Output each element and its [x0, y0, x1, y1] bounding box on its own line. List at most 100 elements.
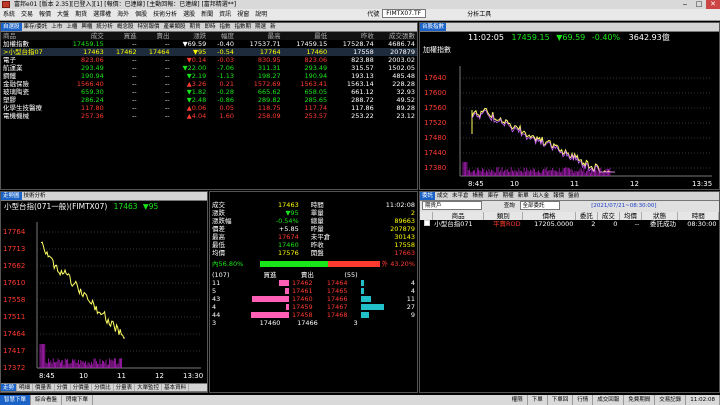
tab-quote-3[interactable]: 上櫃 — [64, 23, 79, 31]
order-col-header[interactable]: 均價 — [619, 212, 642, 220]
quote-col-header[interactable]: 買進 — [105, 32, 139, 40]
quote-col-header[interactable]: 漲跌 — [171, 32, 209, 40]
close-button[interactable]: ✕ — [706, 0, 720, 9]
query-button[interactable]: 查詢 — [504, 203, 515, 209]
ask-price[interactable]: 17464 — [325, 279, 360, 287]
symbol-input[interactable]: FIMTX07.TF — [382, 9, 427, 18]
bid-price[interactable]: 17458 — [290, 311, 325, 319]
tab-order-7[interactable]: 出入金 — [531, 192, 552, 200]
quote-col-header[interactable]: 昨收 — [329, 32, 376, 40]
order-col-header[interactable] — [420, 212, 433, 220]
tab-quote-0[interactable]: 自選股 — [1, 23, 22, 31]
tab-futures-bottom-1[interactable]: 明細 — [17, 384, 34, 391]
menu-item-1[interactable]: 交易 — [18, 9, 36, 20]
tab-futures-bottom-2[interactable]: 價量表 — [33, 384, 55, 391]
order-checkbox[interactable] — [420, 220, 432, 228]
tab-order-6[interactable]: 新單 — [516, 192, 531, 200]
tab-quote-5[interactable]: 統分析 — [94, 23, 115, 31]
menu-item-6[interactable]: 海外 — [114, 9, 132, 20]
quote-row[interactable]: 塑膠 286.24 -- -- ▼2.48 -0.86 289.82 285.65 288.72… — [1, 96, 417, 104]
bid-price[interactable]: 17460 — [290, 295, 325, 303]
tab-quote-11[interactable]: 指數 — [218, 23, 233, 31]
tab-index-chart[interactable]: 台股指數 — [420, 23, 447, 31]
tab-order-9[interactable]: 盤前 — [566, 192, 581, 200]
quote-row[interactable]: 加權指數 17459.15 -- -- ▼69.59 -0.40 17537.71 17459… — [1, 40, 417, 48]
ask-price[interactable]: 17468 — [325, 311, 360, 319]
book-row[interactable]: 5 17461 17465 4 — [210, 287, 417, 295]
tab-quote-14[interactable]: 新 — [268, 23, 278, 31]
quote-row[interactable]: 金融保險 1566.40 -- -- ▲3.26 0.21 1572.69 1563.41 15… — [1, 80, 417, 88]
tab-futures-bottom-0[interactable]: 走勢 — [1, 384, 18, 391]
order-col-header[interactable]: 成交 — [597, 212, 620, 220]
order-col-header[interactable]: 商品 — [432, 212, 485, 220]
filter-select[interactable]: 全部委託 — [519, 201, 560, 210]
status-item-2[interactable]: 閃電下單 — [62, 395, 94, 405]
quote-col-header[interactable]: 成交 — [59, 32, 106, 40]
tab-order-8[interactable]: 報價 — [551, 192, 566, 200]
tab-quote-6[interactable]: 概念股 — [115, 23, 136, 31]
analysis-tools-menu[interactable]: 分析工具 — [464, 9, 494, 20]
order-col-header[interactable]: 時間 — [677, 212, 719, 220]
menu-item-8[interactable]: 技術分析 — [150, 9, 180, 20]
tab-futures-bottom-8[interactable]: 基本資料 — [162, 384, 190, 391]
order-col-header[interactable]: 類別 — [483, 212, 524, 220]
tab-quote-10[interactable]: 即時 — [203, 23, 218, 31]
tab-futures-bottom-4[interactable]: 分價量 — [71, 384, 93, 391]
status-right-item-0[interactable]: 權限 — [508, 395, 528, 405]
ask-price[interactable]: 17467 — [325, 303, 360, 311]
bid-price[interactable]: 17459 — [290, 303, 325, 311]
quote-row[interactable]: 化學生技醫療 117.80 -- -- ▲0.06 0.05 118.75 117.74 117… — [1, 104, 417, 112]
quote-row[interactable]: 航運業 293.49 -- -- ▼22.00 -7.06 311.31 293.49 315.… — [1, 64, 417, 72]
status-right-item-1[interactable]: 下單 — [528, 395, 548, 405]
quote-col-header[interactable]: 成交張數 — [375, 32, 417, 40]
quote-col-header[interactable]: 賣出 — [138, 32, 172, 40]
quote-col-header[interactable]: 最高 — [235, 32, 283, 40]
status-item-0[interactable]: 智慧下單 — [0, 395, 32, 405]
status-right-item-5[interactable]: 免費期間 — [624, 395, 656, 405]
account-select[interactable]: 期貨戶 — [422, 201, 482, 210]
tab-quote-2[interactable]: 上市 — [49, 23, 64, 31]
minimize-button[interactable]: ‒ — [678, 0, 692, 9]
menu-item-13[interactable]: 說明 — [252, 9, 270, 20]
tab-order-0[interactable]: 委託 — [420, 192, 436, 200]
tab-futures-0[interactable]: 走勢圖 — [1, 192, 22, 200]
menu-item-0[interactable]: 系統 — [0, 9, 18, 20]
tab-quote-12[interactable]: 指數期 — [233, 23, 254, 31]
tab-futures-bottom-7[interactable]: 大單監控 — [135, 384, 163, 391]
menu-item-7[interactable]: 個股 — [132, 9, 150, 20]
tab-order-4[interactable]: 庫存 — [486, 192, 501, 200]
book-row[interactable]: 4 17459 17467 27 — [210, 303, 417, 311]
menu-item-10[interactable]: 新聞 — [198, 9, 216, 20]
quote-row[interactable]: >小型台指07 17463 17462 17464 ▼95 -0.54 17764 17460… — [1, 48, 417, 56]
order-col-header[interactable]: 價格 — [522, 212, 576, 220]
tab-quote-7[interactable]: 特別報價 — [135, 23, 161, 31]
quote-col-header[interactable]: 最低 — [282, 32, 330, 40]
menu-item-11[interactable]: 資訊 — [216, 9, 234, 20]
quote-col-header[interactable]: 幅度 — [208, 32, 236, 40]
menu-item-9[interactable]: 選股 — [180, 9, 198, 20]
maximize-button[interactable]: □ — [692, 0, 706, 9]
status-right-item-4[interactable]: 成交回報 — [593, 395, 625, 405]
tab-futures-1[interactable]: 技術分析 — [22, 192, 48, 200]
order-col-header[interactable]: 狀態 — [641, 212, 679, 220]
bid-price[interactable]: 17461 — [290, 287, 325, 295]
status-right-item-6[interactable]: 交易記錄 — [655, 395, 687, 405]
status-right-item-3[interactable]: 行情 — [573, 395, 594, 405]
tab-futures-bottom-3[interactable]: 分價 — [55, 384, 71, 391]
menu-item-12[interactable]: 視窗 — [234, 9, 252, 20]
tab-order-3[interactable]: 帳務 — [471, 192, 486, 200]
status-item-1[interactable]: 綜合看盤 — [31, 395, 63, 405]
tab-futures-bottom-5[interactable]: 分價比 — [92, 384, 114, 391]
quote-row[interactable]: 電子 823.06 -- -- ▼0.14 -0.03 830.95 823.06 823.88… — [1, 56, 417, 64]
tab-order-5[interactable]: 期權 — [501, 192, 516, 200]
tab-quote-8[interactable]: 產業類股 — [161, 23, 187, 31]
menu-item-4[interactable]: 期貨 — [72, 9, 90, 20]
tab-quote-9[interactable]: 期貨 — [187, 23, 202, 31]
ask-price[interactable]: 17465 — [325, 287, 360, 295]
book-row[interactable]: 43 17460 17466 11 — [210, 295, 417, 303]
status-right-item-2[interactable]: 下單回 — [548, 395, 574, 405]
quote-row[interactable]: 電機機械 257.36 -- -- ▲4.04 1.60 258.09 253.57 253.2… — [1, 112, 417, 120]
quote-col-header[interactable]: 商品 — [1, 32, 60, 40]
tab-futures-bottom-6[interactable]: 分量表 — [114, 384, 136, 391]
menu-item-5[interactable]: 選擇權 — [90, 9, 114, 20]
